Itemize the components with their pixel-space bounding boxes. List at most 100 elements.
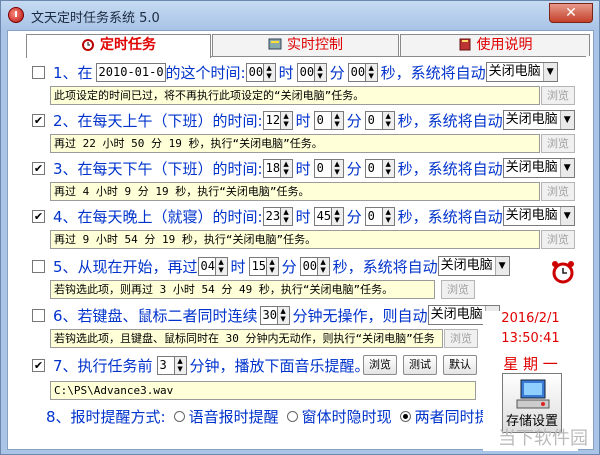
task-4-row: ✔ 4、在每天晚上（就寝）的时间: 23 ▲ ▼ 时 45 ▲ ▼ 分 0 ▲ ▼ 秒，系统…	[32, 205, 575, 227]
task-7-minutes-field[interactable]: 3	[156, 355, 175, 375]
task-2-checkbox[interactable]: ✔	[32, 113, 45, 127]
task-3-action-label: 秒，系统将自动	[397, 159, 503, 178]
task-6-minutes-spinner[interactable]: ▲ ▼	[277, 305, 290, 325]
radio-window-flash-label: 窗体时隐时现	[301, 407, 392, 426]
task-1-hour-unit: 时	[278, 63, 294, 82]
radio-voice-reminder[interactable]	[173, 410, 185, 422]
task-3-second-field[interactable]: 0	[364, 158, 383, 178]
task-1-hour-field[interactable]: 00	[245, 62, 264, 82]
computer-icon	[516, 379, 550, 409]
task-6-checkbox[interactable]	[32, 308, 45, 322]
task-4-minute-unit: 分	[346, 207, 362, 226]
task-2-action-select[interactable]: 关闭电脑 ▼	[502, 110, 575, 130]
task-5-action-select[interactable]: 关闭电脑 ▼	[437, 256, 510, 276]
task-8-label: 8、报时提醒方式:	[46, 407, 166, 426]
task-3-minute-field[interactable]: 0	[313, 158, 332, 178]
book-icon	[458, 37, 472, 51]
task-8-row: 8、报时提醒方式: 语音报时提醒 窗体时隐时现 两者同时提醒	[46, 405, 505, 427]
radio-both[interactable]	[399, 410, 411, 422]
task-5-row: 5、从现在开始，再过 04 ▲ ▼ 时 15 ▲ ▼ 分 00 ▲ ▼ 秒，系统将自动 关闭…	[32, 255, 510, 277]
task-4-second-field[interactable]: 0	[364, 206, 383, 226]
chevron-down-icon: ▼	[542, 63, 557, 81]
task-5-browse-button[interactable]: 浏览	[441, 280, 475, 299]
task-5-hour-spinner[interactable]: ▲ ▼	[215, 256, 228, 276]
task-1-second-field[interactable]: 00	[347, 62, 366, 82]
current-weekday: 星 期 一	[503, 355, 558, 373]
task-7-minutes-spinner[interactable]: ▲ ▼	[174, 355, 187, 375]
task-3-label: 3、在每天下午（下班）的时间:	[53, 159, 263, 178]
window-title: 文天定时任务系统 5.0	[31, 11, 160, 26]
task-5-hour-field[interactable]: 04	[197, 256, 216, 276]
task-4-minute-field[interactable]: 45	[313, 206, 332, 226]
task-4-action-label: 秒，系统将自动	[397, 207, 503, 226]
task-1-date-field[interactable]: 2010-01-01	[95, 62, 166, 82]
task-5-action-label: 秒，系统将自动	[332, 257, 438, 276]
task-5-minute-field[interactable]: 15	[248, 256, 267, 276]
task-5-minute-spinner[interactable]: ▲ ▼	[266, 256, 279, 276]
task-7-browse-button[interactable]: 浏览	[363, 355, 397, 375]
task-6-label: 6、若键盘、鼠标二者同时连续	[53, 306, 258, 325]
task-7-label: 7、执行任务前	[53, 356, 153, 375]
task-2-second-spinner[interactable]: ▲ ▼	[382, 110, 395, 130]
task-1-action-select[interactable]: 关闭电脑 ▼	[485, 62, 558, 82]
title-bar[interactable]: 文天定时任务系统 5.0 ✕	[1, 1, 599, 29]
task-1-second-spinner[interactable]: ▲ ▼	[365, 62, 378, 82]
task-6-browse-button[interactable]: 浏览	[444, 329, 478, 348]
sound-file-path[interactable]: C:\PS\Advance3.wav	[50, 381, 476, 400]
tab-scheduled-tasks[interactable]: 定时任务	[26, 34, 211, 58]
task-4-status: 再过 9 小时 54 分 19 秒，执行“关闭电脑”任务。	[50, 230, 540, 249]
control-panel-icon	[268, 37, 282, 51]
current-date: 2016/2/1	[501, 311, 560, 326]
task-4-browse-button[interactable]: 浏览	[541, 230, 575, 249]
chevron-down-icon: ▼	[559, 159, 574, 177]
task-4-checkbox[interactable]: ✔	[32, 209, 45, 223]
task-2-minute-unit: 分	[346, 111, 362, 130]
task-1-minute-field[interactable]: 00	[296, 62, 315, 82]
task-1-minute-spinner[interactable]: ▲ ▼	[314, 62, 327, 82]
task-4-second-spinner[interactable]: ▲ ▼	[382, 206, 395, 226]
task-5-checkbox[interactable]	[32, 259, 45, 273]
task-4-hour-field[interactable]: 23	[262, 206, 281, 226]
task-5-second-spinner[interactable]: ▲ ▼	[317, 256, 330, 276]
task-2-hour-spinner[interactable]: ▲ ▼	[280, 110, 293, 130]
task-1-hour-spinner[interactable]: ▲ ▼	[263, 62, 276, 82]
task-2-minute-spinner[interactable]: ▲ ▼	[331, 110, 344, 130]
task-4-label: 4、在每天晚上（就寝）的时间:	[53, 207, 263, 226]
task-4-action-select[interactable]: 关闭电脑 ▼	[502, 206, 575, 226]
task-3-checkbox[interactable]: ✔	[32, 161, 45, 175]
task-6-minutes-field[interactable]: 30	[259, 305, 278, 325]
task-4-minute-spinner[interactable]: ▲ ▼	[331, 206, 344, 226]
task-3-hour-spinner[interactable]: ▲ ▼	[280, 158, 293, 178]
task-2-minute-field[interactable]: 0	[313, 110, 332, 130]
task-3-browse-button[interactable]: 浏览	[541, 182, 575, 201]
tab-realtime-control[interactable]: 实时控制	[212, 34, 399, 56]
task-3-second-spinner[interactable]: ▲ ▼	[382, 158, 395, 178]
tab-help[interactable]: 使用说明	[400, 34, 590, 56]
close-button[interactable]: ✕	[549, 3, 593, 23]
current-time: 13:50:41	[501, 331, 560, 346]
task-3-minute-spinner[interactable]: ▲ ▼	[331, 158, 344, 178]
task-7-checkbox[interactable]: ✔	[32, 358, 45, 372]
task-2-browse-button[interactable]: 浏览	[541, 134, 575, 153]
task-6-action-label: 分钟无操作，则自动	[292, 306, 428, 325]
task-5-status: 若钩选此项，则再过 3 小时 54 分 49 秒，执行“关闭电脑”任务。	[50, 280, 435, 299]
task-7-default-button[interactable]: 默认	[443, 355, 477, 375]
radio-voice-reminder-label: 语音报时提醒	[188, 407, 279, 426]
task-7-test-button[interactable]: 测试	[403, 355, 437, 375]
task-4-hour-spinner[interactable]: ▲ ▼	[280, 206, 293, 226]
task-2-second-field[interactable]: 0	[364, 110, 383, 130]
task-1-minute-unit: 分	[329, 63, 345, 82]
task-2-label: 2、在每天上午（下班）的时间:	[53, 111, 263, 130]
task-1-browse-button[interactable]: 浏览	[541, 86, 575, 105]
app-icon	[8, 7, 24, 23]
task-5-second-field[interactable]: 00	[299, 256, 318, 276]
task-3-hour-unit: 时	[295, 159, 311, 178]
radio-window-flash[interactable]	[286, 410, 298, 422]
task-2-hour-field[interactable]: 12	[262, 110, 281, 130]
task-1-checkbox[interactable]	[32, 65, 45, 79]
task-1-row: 1、在 2010-01-01 的这个时间: 00 ▲ ▼ 时 00 ▲ ▼ 分 00 ▲ ▼…	[32, 61, 558, 83]
alarm-clock-icon	[550, 259, 576, 285]
task-3-hour-field[interactable]: 18	[262, 158, 281, 178]
task-2-hour-unit: 时	[295, 111, 311, 130]
task-3-action-select[interactable]: 关闭电脑 ▼	[502, 158, 575, 178]
